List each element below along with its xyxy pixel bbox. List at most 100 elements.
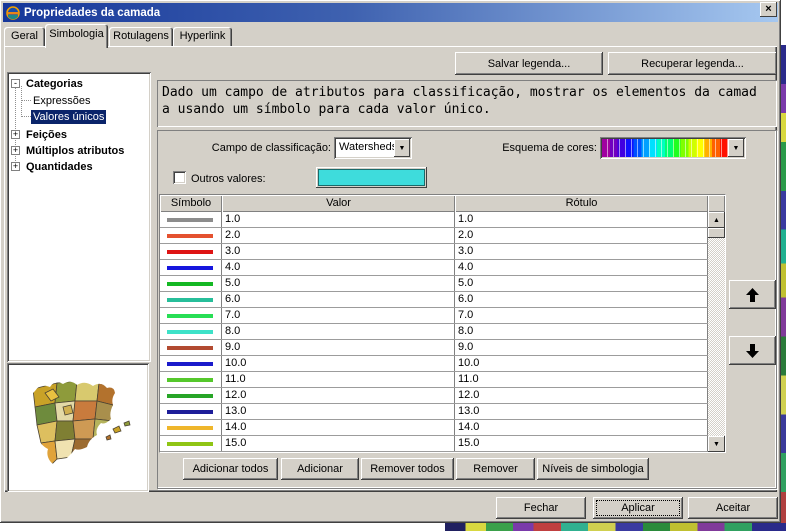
line-symbol[interactable] [167,426,213,430]
label-cell[interactable]: 2.0 [455,228,708,243]
line-symbol[interactable] [167,234,213,238]
plus-icon[interactable]: + [11,130,20,139]
tree-item-valores-unicos[interactable]: Valores únicos [31,109,106,124]
color-scheme-select[interactable]: ▼ [600,137,746,159]
remove-button[interactable]: Remover [456,458,535,480]
label-cell[interactable]: 1.0 [455,212,708,227]
line-symbol[interactable] [167,314,213,318]
label-cell[interactable]: 6.0 [455,292,708,307]
chevron-down-icon[interactable]: ▼ [394,139,410,157]
minus-icon[interactable]: - [11,79,20,88]
table-row[interactable]: 5.05.0 [160,276,725,292]
table-row[interactable]: 12.012.0 [160,388,725,404]
tab-hyperlink[interactable]: Hyperlink [173,27,232,46]
value-cell[interactable]: 3.0 [222,244,455,259]
column-header-simbolo[interactable]: Símbolo [160,195,222,212]
value-cell[interactable]: 4.0 [222,260,455,275]
label-cell[interactable]: 12.0 [455,388,708,403]
apply-button[interactable]: Aplicar [593,497,683,519]
value-cell[interactable]: 7.0 [222,308,455,323]
accept-button[interactable]: Aceitar [688,497,778,519]
other-values-symbol-button[interactable] [316,167,427,188]
value-cell[interactable]: 8.0 [222,324,455,339]
label-cell[interactable]: 4.0 [455,260,708,275]
close-button[interactable]: Fechar [496,497,586,519]
value-cell[interactable]: 12.0 [222,388,455,403]
value-cell[interactable]: 10.0 [222,356,455,371]
line-symbol[interactable] [167,218,213,222]
add-all-button[interactable]: Adicionar todos [183,458,278,480]
table-row[interactable]: 4.04.0 [160,260,725,276]
tree-item-categorias[interactable]: - Categorias [11,76,85,91]
move-down-button[interactable] [729,336,776,365]
value-cell[interactable]: 14.0 [222,420,455,435]
scrollbar-thumb[interactable] [708,228,725,238]
close-icon[interactable]: × [760,2,777,17]
symbology-levels-button[interactable]: Níveis de simbologia [537,458,649,480]
table-row[interactable]: 6.06.0 [160,292,725,308]
line-symbol[interactable] [167,282,213,286]
table-row[interactable]: 3.03.0 [160,244,725,260]
table-row[interactable]: 2.02.0 [160,228,725,244]
classification-field-select[interactable]: Watersheds ▼ [334,137,412,159]
tree-item-quantidades[interactable]: + Quantidades [11,159,95,174]
tree-item-expressoes[interactable]: Expressões [31,93,92,108]
other-values-checkbox[interactable] [173,171,186,184]
plus-icon[interactable]: + [11,146,20,155]
label-cell[interactable]: 13.0 [455,404,708,419]
tree-item-feicoes[interactable]: + Feições [11,127,69,142]
title-bar[interactable]: Propriedades da camada [3,3,778,22]
label-cell[interactable]: 11.0 [455,372,708,387]
line-symbol[interactable] [167,410,213,414]
table-row[interactable]: 7.07.0 [160,308,725,324]
restore-legend-button[interactable]: Recuperar legenda... [608,52,777,75]
line-symbol[interactable] [167,266,213,270]
value-cell[interactable]: 9.0 [222,340,455,355]
line-symbol[interactable] [167,362,213,366]
value-cell[interactable]: 1.0 [222,212,455,227]
table-row[interactable]: 14.014.0 [160,420,725,436]
tree-item-multiplos-atributos[interactable]: + Múltiplos atributos [11,143,126,158]
line-symbol[interactable] [167,298,213,302]
table-row[interactable]: 1.01.0 [160,212,725,228]
save-legend-button[interactable]: Salvar legenda... [455,52,603,75]
label-cell[interactable]: 3.0 [455,244,708,259]
line-symbol[interactable] [167,442,213,446]
tab-rotulagens[interactable]: Rotulagens [109,27,173,46]
remove-all-button[interactable]: Remover todos [361,458,454,480]
value-cell[interactable]: 5.0 [222,276,455,291]
table-row[interactable]: 8.08.0 [160,324,725,340]
table-row[interactable]: 13.013.0 [160,404,725,420]
label-cell[interactable]: 10.0 [455,356,708,371]
column-header-rotulo[interactable]: Rótulo [455,195,708,212]
line-symbol[interactable] [167,346,213,350]
chevron-down-icon[interactable]: ▼ [728,139,744,157]
tab-simbologia[interactable]: Simbologia [45,24,108,48]
line-symbol[interactable] [167,250,213,254]
table-row[interactable]: 15.015.0 [160,436,725,452]
plus-icon[interactable]: + [11,162,20,171]
label-cell[interactable]: 5.0 [455,276,708,291]
table-scrollbar[interactable]: ▲ ▼ [708,212,725,452]
tab-geral[interactable]: Geral [4,27,45,46]
line-symbol[interactable] [167,330,213,334]
add-button[interactable]: Adicionar [281,458,359,480]
move-up-button[interactable] [729,280,776,309]
line-symbol[interactable] [167,378,213,382]
value-cell[interactable]: 15.0 [222,436,455,451]
line-symbol[interactable] [167,394,213,398]
scroll-up-icon[interactable]: ▲ [708,212,725,228]
label-cell[interactable]: 9.0 [455,340,708,355]
value-cell[interactable]: 2.0 [222,228,455,243]
value-cell[interactable]: 6.0 [222,292,455,307]
value-cell[interactable]: 13.0 [222,404,455,419]
table-row[interactable]: 11.011.0 [160,372,725,388]
label-cell[interactable]: 15.0 [455,436,708,451]
table-row[interactable]: 9.09.0 [160,340,725,356]
scroll-down-icon[interactable]: ▼ [708,436,725,452]
label-cell[interactable]: 14.0 [455,420,708,435]
value-cell[interactable]: 11.0 [222,372,455,387]
label-cell[interactable]: 7.0 [455,308,708,323]
column-header-valor[interactable]: Valor [222,195,455,212]
label-cell[interactable]: 8.0 [455,324,708,339]
